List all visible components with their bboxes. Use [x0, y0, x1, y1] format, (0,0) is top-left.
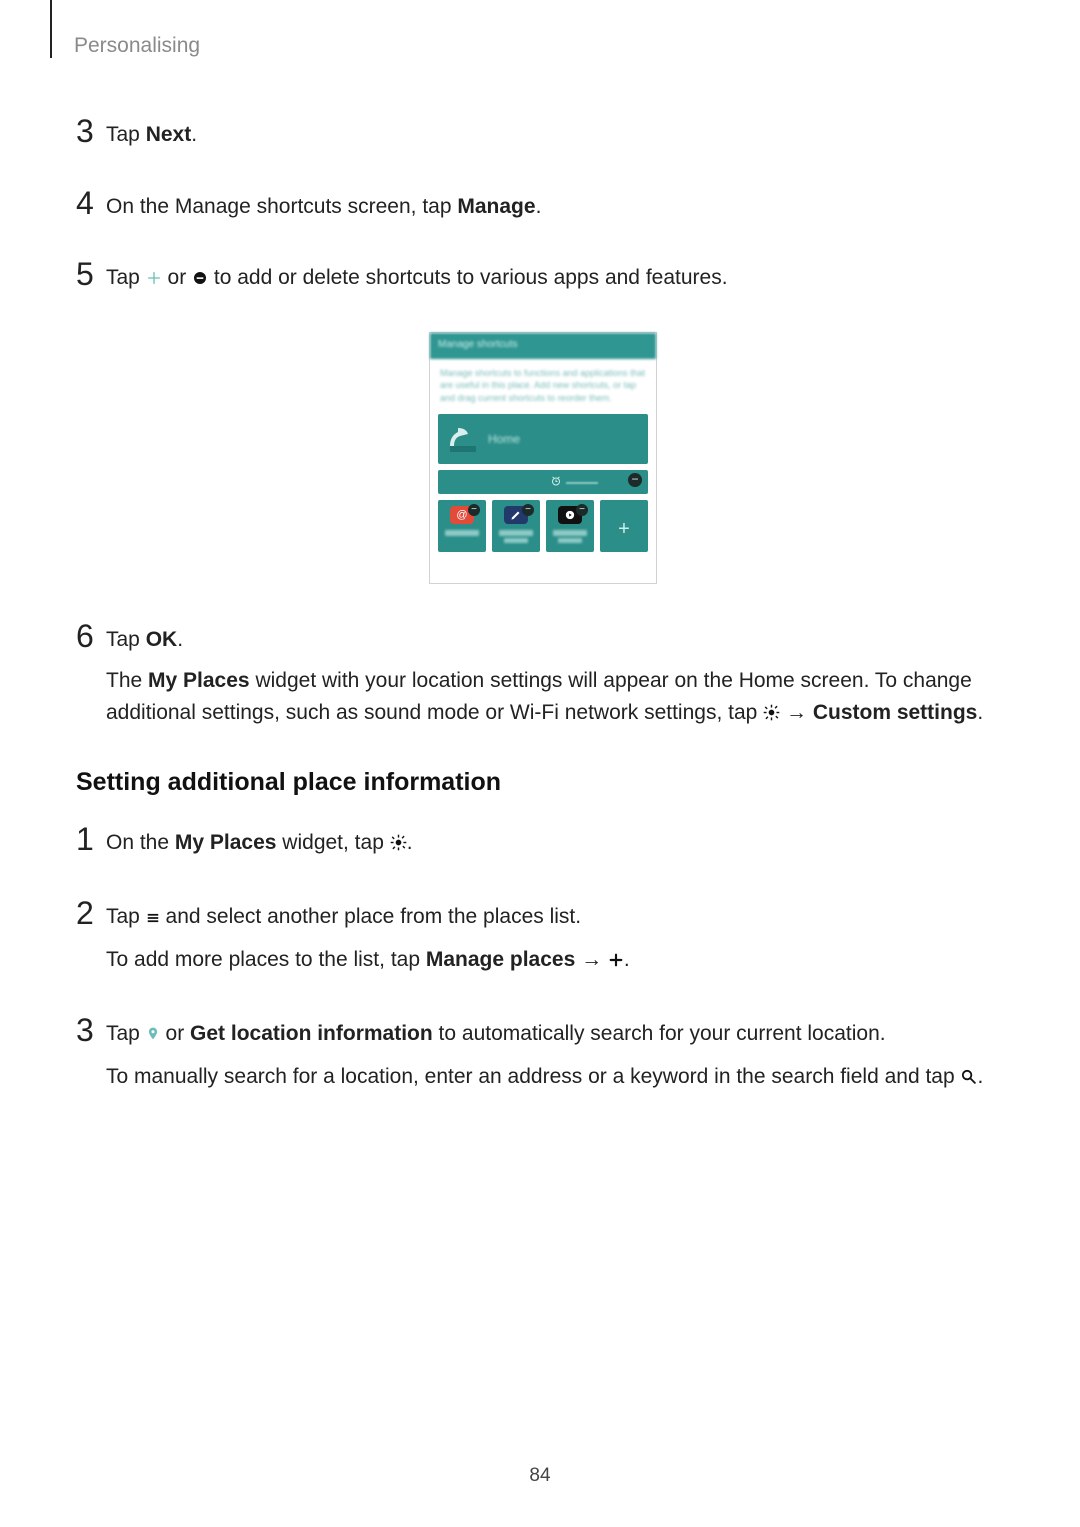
step-text: To manually search for a location, enter…: [106, 1061, 1010, 1095]
header-rule: [50, 0, 52, 58]
header-section-label: Personalising: [74, 34, 200, 58]
minus-circle-icon: [192, 264, 208, 296]
step-text: Tap or Get location information to autom…: [106, 1018, 1010, 1052]
screenshot-cell: @ −: [438, 500, 486, 552]
screenshot-titlebar: Manage shortcuts: [430, 333, 656, 359]
minus-circle-icon: −: [522, 504, 534, 516]
step-body: Tap OK. The My Places widget with your lo…: [106, 620, 1010, 741]
minus-circle-icon: −: [468, 504, 480, 516]
step-item: 1On the My Places widget, tap .: [76, 823, 1010, 871]
step-number: 6: [76, 620, 106, 652]
step-body: Tap or Get location information to autom…: [106, 1014, 1010, 1105]
step-number: 3: [76, 1014, 106, 1046]
screenshot-home-label: Home: [488, 432, 520, 446]
step-text: Tap OK.: [106, 624, 1010, 656]
screenshot-add-cell: +: [600, 500, 648, 552]
steps-group-a: 3Tap Next. 4On the Manage shortcuts scree…: [76, 115, 1010, 306]
step-item: 5Tap or to add or delete shortcuts to va…: [76, 258, 1010, 306]
plus-icon: [608, 946, 624, 978]
step-text: On the My Places widget, tap .: [106, 827, 1010, 861]
step-number: 3: [76, 115, 106, 147]
screenshot-home-tile: Home: [438, 414, 648, 464]
search-icon: [960, 1063, 977, 1095]
lamp-icon: [446, 422, 480, 456]
step-number: 2: [76, 897, 106, 929]
content: 3Tap Next.4On the Manage shortcuts scree…: [70, 35, 1010, 1105]
step-body: Tap or to add or delete shortcuts to var…: [106, 258, 1010, 306]
alarm-icon: [550, 475, 562, 490]
step-item: 3Tap Next.: [76, 115, 1010, 161]
gear-icon: [390, 829, 407, 861]
step-text: To add more places to the list, tap Mana…: [106, 944, 1010, 978]
step-body: Tap Next.: [106, 115, 1010, 161]
screenshot-description: Manage shortcuts to functions and applic…: [430, 359, 656, 415]
subheading: Setting additional place information: [76, 768, 1010, 797]
screenshot-line: [566, 482, 598, 484]
gear-icon: [763, 699, 780, 731]
step-text: The My Places widget with your location …: [106, 665, 1010, 730]
menu-icon: [146, 903, 160, 935]
steps-group-b: 6Tap OK. The My Places widget with your l…: [76, 620, 1010, 741]
step-number: 4: [76, 187, 106, 219]
step-number: 1: [76, 823, 106, 855]
minus-circle-icon: −: [628, 473, 642, 487]
screenshot-cell: −: [492, 500, 540, 552]
minus-circle-icon: −: [576, 504, 588, 516]
phone-screenshot: Manage shortcuts Manage shortcuts to fun…: [429, 332, 657, 584]
screenshot-subrow: −: [438, 470, 648, 494]
page-number: 84: [0, 1465, 1080, 1487]
screenshot-wrap: Manage shortcuts Manage shortcuts to fun…: [76, 332, 1010, 584]
plus-icon: +: [618, 519, 630, 539]
step-text: Tap or to add or delete shortcuts to var…: [106, 262, 1010, 296]
location-pin-icon: [146, 1020, 160, 1052]
screenshot-bottom-row: @ − − −: [438, 500, 648, 552]
step-item: 4On the Manage shortcuts screen, tap Man…: [76, 187, 1010, 233]
step-item: 2Tap and select another place from the p…: [76, 897, 1010, 988]
step-text: On the Manage shortcuts screen, tap Mana…: [106, 191, 1010, 223]
step-body: Tap and select another place from the pl…: [106, 897, 1010, 988]
screenshot-cell: −: [546, 500, 594, 552]
step-text: Tap and select another place from the pl…: [106, 901, 1010, 935]
page: Personalising 3Tap Next.4On the Manage s…: [0, 0, 1080, 1527]
step-item: 3Tap or Get location information to auto…: [76, 1014, 1010, 1105]
step-number: 5: [76, 258, 106, 290]
plus-icon: [146, 264, 162, 296]
steps-group-c: 1On the My Places widget, tap . 2Tap and …: [76, 823, 1010, 1105]
step-text: Tap Next.: [106, 119, 1010, 151]
step-item: 6Tap OK. The My Places widget with your l…: [76, 620, 1010, 741]
step-body: On the Manage shortcuts screen, tap Mana…: [106, 187, 1010, 233]
step-body: On the My Places widget, tap .: [106, 823, 1010, 871]
